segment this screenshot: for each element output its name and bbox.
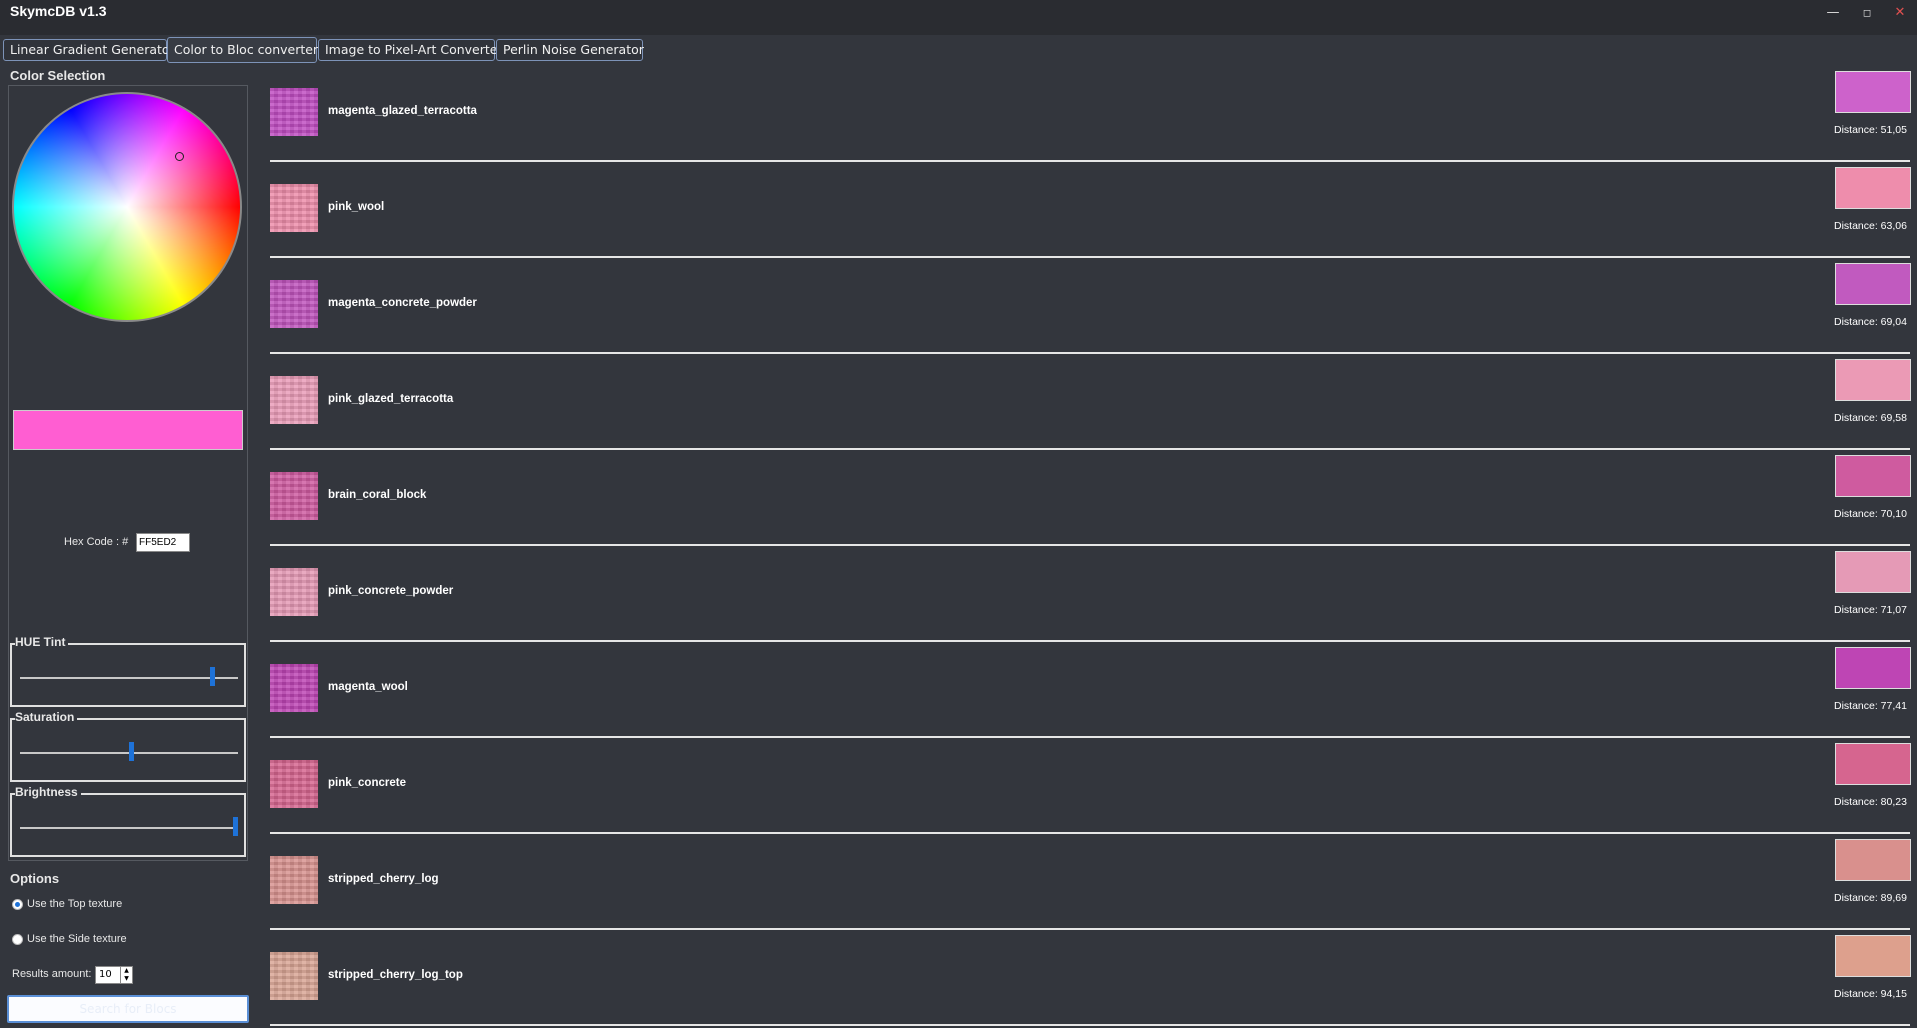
result-color-swatch <box>1835 551 1911 593</box>
result-color-swatch <box>1835 167 1911 209</box>
block-texture <box>270 760 318 808</box>
block-name: pink_glazed_terracotta <box>328 393 454 405</box>
block-texture <box>270 856 318 904</box>
color-wheel-marker[interactable] <box>175 152 184 161</box>
distance-value: Distance: 80,23 <box>1834 796 1907 808</box>
row-divider <box>270 1024 1910 1026</box>
hue-tint-label: HUE Tint <box>15 635 69 649</box>
block-name: stripped_cherry_log <box>328 873 439 885</box>
minimize-button[interactable]: — <box>1823 5 1843 20</box>
block-name: stripped_cherry_log_top <box>328 969 463 981</box>
block-name: pink_concrete_powder <box>328 585 454 597</box>
result-row[interactable]: pink_concrete_powder Distance: 71,07 <box>262 546 1917 642</box>
brightness-track[interactable] <box>20 827 238 829</box>
brightness-group: Brightness <box>10 785 246 857</box>
search-blocs-button[interactable]: Search for Blocs <box>7 995 249 1023</box>
title-bar: SkymcDB v1.3 — ◻ ✕ <box>0 0 1917 35</box>
distance-value: Distance: 71,07 <box>1834 604 1907 616</box>
block-texture <box>270 472 318 520</box>
options-title: Options <box>10 871 60 886</box>
tab-perlin-noise[interactable]: Perlin Noise Generator <box>496 39 644 61</box>
result-row[interactable]: pink_concrete Distance: 80,23 <box>262 738 1917 834</box>
result-color-swatch <box>1835 71 1911 113</box>
saturation-label: Saturation <box>15 710 78 724</box>
result-row[interactable]: stripped_cherry_log Distance: 89,69 <box>262 834 1917 930</box>
result-color-swatch <box>1835 455 1911 497</box>
result-row[interactable]: brain_coral_block Distance: 70,10 <box>262 450 1917 546</box>
brightness-handle[interactable] <box>233 817 238 836</box>
side-texture-label[interactable]: Use the Side texture <box>27 933 127 945</box>
hue-tint-track[interactable] <box>20 677 238 679</box>
block-texture <box>270 280 318 328</box>
block-texture <box>270 88 318 136</box>
tab-image-to-pixel-art[interactable]: Image to Pixel-Art Converter <box>318 39 503 61</box>
results-amount-stepper[interactable]: 10 ▲ ▼ <box>95 966 133 984</box>
distance-value: Distance: 63,06 <box>1834 220 1907 232</box>
app-title: SkymcDB v1.3 <box>10 3 107 19</box>
result-color-swatch <box>1835 647 1911 689</box>
result-row[interactable]: stripped_cherry_log_top Distance: 94,15 <box>262 930 1917 1026</box>
maximize-button[interactable]: ◻ <box>1857 8 1877 19</box>
result-row[interactable]: magenta_wool Distance: 77,41 <box>262 642 1917 738</box>
results-amount-label: Results amount: <box>12 968 92 980</box>
block-texture <box>270 376 318 424</box>
block-texture <box>270 184 318 232</box>
top-texture-label[interactable]: Use the Top texture <box>27 898 122 910</box>
result-color-swatch <box>1835 359 1911 401</box>
result-color-swatch <box>1835 935 1911 977</box>
result-row[interactable]: pink_glazed_terracotta Distance: 69,58 <box>262 354 1917 450</box>
hue-tint-group: HUE Tint <box>10 635 246 707</box>
hue-tint-handle[interactable] <box>209 667 215 686</box>
block-name: magenta_glazed_terracotta <box>328 105 477 117</box>
result-color-swatch <box>1835 743 1911 785</box>
color-preview <box>13 410 243 450</box>
result-color-swatch <box>1835 839 1911 881</box>
distance-value: Distance: 51,05 <box>1834 124 1907 136</box>
block-name: brain_coral_block <box>328 489 427 501</box>
block-name: pink_concrete <box>328 777 406 789</box>
top-texture-radio[interactable] <box>12 899 23 910</box>
block-name: magenta_concrete_powder <box>328 297 477 309</box>
distance-value: Distance: 89,69 <box>1834 892 1907 904</box>
block-texture <box>270 664 318 712</box>
hex-code-label: Hex Code : # <box>64 536 129 548</box>
block-texture <box>270 568 318 616</box>
block-name: magenta_wool <box>328 681 408 693</box>
block-name: pink_wool <box>328 201 385 213</box>
result-color-swatch <box>1835 263 1911 305</box>
tab-bar: Linear Gradient Generator Color to Bloc … <box>0 37 1917 63</box>
result-row[interactable]: pink_wool Distance: 63,06 <box>262 162 1917 258</box>
stepper-arrows-icon[interactable]: ▲ ▼ <box>120 967 132 983</box>
saturation-group: Saturation <box>10 710 246 782</box>
distance-value: Distance: 77,41 <box>1834 700 1907 712</box>
tab-linear-gradient[interactable]: Linear Gradient Generator <box>3 39 175 61</box>
distance-value: Distance: 69,58 <box>1834 412 1907 424</box>
color-selection-title: Color Selection <box>10 68 106 83</box>
results-list: magenta_glazed_terracotta Distance: 51,05… <box>262 66 1917 1028</box>
distance-value: Distance: 69,04 <box>1834 316 1907 328</box>
distance-value: Distance: 94,15 <box>1834 988 1907 1000</box>
saturation-handle[interactable] <box>128 742 134 761</box>
result-row[interactable]: magenta_concrete_powder Distance: 69,04 <box>262 258 1917 354</box>
results-amount-value[interactable]: 10 <box>99 969 112 980</box>
block-texture <box>270 952 318 1000</box>
side-texture-radio[interactable] <box>12 934 23 945</box>
close-button[interactable]: ✕ <box>1890 5 1910 20</box>
result-row[interactable]: magenta_glazed_terracotta Distance: 51,05 <box>262 66 1917 162</box>
tab-color-to-bloc[interactable]: Color to Bloc converter <box>167 37 318 63</box>
brightness-label: Brightness <box>15 785 81 799</box>
hex-code-input[interactable] <box>136 533 190 552</box>
color-wheel[interactable] <box>12 92 242 322</box>
distance-value: Distance: 70,10 <box>1834 508 1907 520</box>
